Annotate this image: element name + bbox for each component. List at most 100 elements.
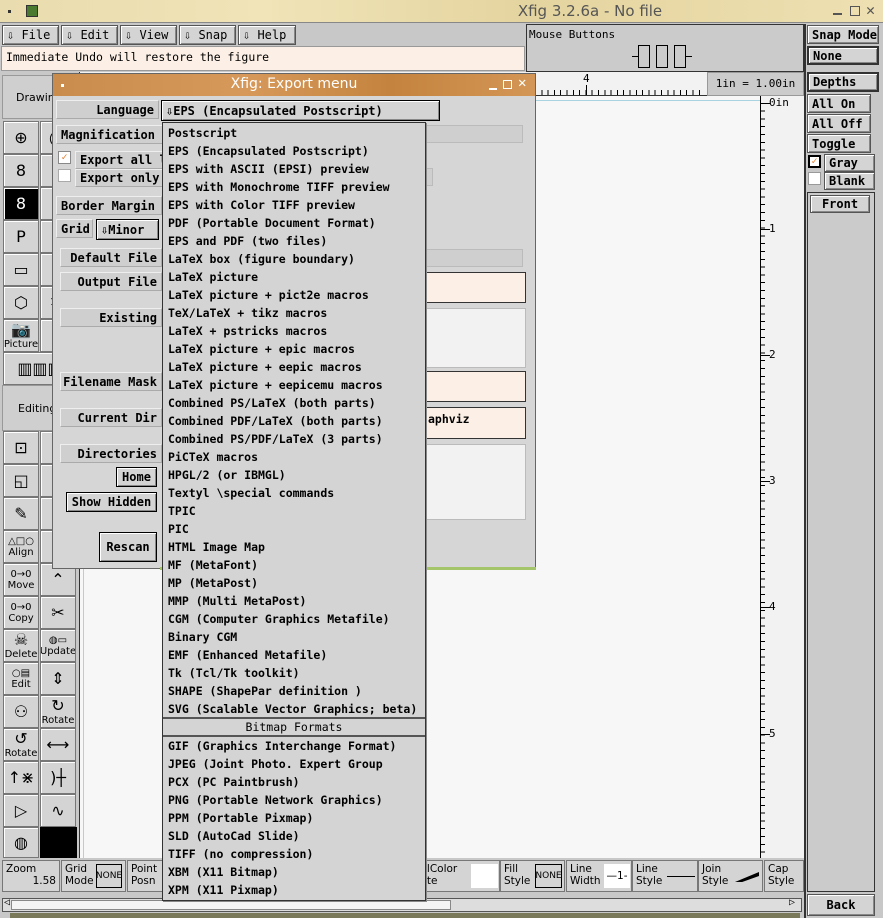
regular-polygon-tool[interactable]: ⬡	[3, 286, 39, 319]
line-width-indicator[interactable]: Line Width —1-	[566, 860, 632, 892]
closed-interp-spline-tool[interactable]: 8	[3, 187, 39, 220]
maximize-icon[interactable]	[850, 6, 860, 16]
language-option[interactable]: PDF (Portable Document Format)	[163, 214, 425, 232]
language-option[interactable]: CGM (Computer Graphics Metafile)	[163, 610, 425, 628]
move-tool[interactable]: 0→0 Move	[3, 563, 39, 596]
fill-style-indicator[interactable]: Fill Style NONE	[500, 860, 565, 892]
filename-mask-input[interactable]	[425, 371, 526, 402]
grid-dropdown[interactable]: ⇩ Minor	[96, 219, 159, 240]
all-on-button[interactable]: All On	[807, 94, 871, 113]
bitmap-option[interactable]: GIF (Graphics Interchange Format)	[163, 737, 425, 755]
compound-tool[interactable]: ⊡	[3, 431, 39, 464]
bitmap-option[interactable]: PCX (PC Paintbrush)	[163, 773, 425, 791]
language-option[interactable]: Binary CGM	[163, 628, 425, 646]
copy-tool[interactable]: 0→0 Copy	[3, 596, 39, 629]
language-option[interactable]: Postscript	[163, 124, 425, 142]
bitmap-option[interactable]: XBM (X11 Bitmap)	[163, 863, 425, 881]
blank-checkbox[interactable]	[808, 172, 821, 185]
language-option[interactable]: EPS with Monochrome TIFF preview	[163, 178, 425, 196]
language-option[interactable]: EMF (Enhanced Metafile)	[163, 646, 425, 664]
bitmap-option[interactable]: PPM (Portable Pixmap)	[163, 809, 425, 827]
close-icon[interactable]: ✕	[866, 1, 875, 19]
language-option[interactable]: LaTeX picture	[163, 268, 425, 286]
snap-mode-button[interactable]: None	[807, 46, 879, 65]
cap-style-indicator[interactable]: Cap Style	[764, 860, 804, 892]
align-tool[interactable]: △□○ Align	[3, 530, 39, 563]
language-option[interactable]: LaTeX box (figure boundary)	[163, 250, 425, 268]
menu-file[interactable]: ⇩ File	[2, 25, 59, 45]
box-tool[interactable]: ▭	[3, 253, 39, 286]
delete-point-tool[interactable]: ✂	[40, 596, 76, 629]
language-option[interactable]: EPS (Encapsulated Postscript)	[163, 142, 425, 160]
menu-edit[interactable]: ⇩ Edit	[61, 25, 118, 45]
current-dir-input[interactable]: aphviz	[425, 407, 526, 439]
anglemeas-tool[interactable]: ▷	[3, 794, 39, 827]
magnification-field[interactable]	[425, 125, 523, 143]
language-option[interactable]: MF (MetaFont)	[163, 556, 425, 574]
line-style-indicator[interactable]: Line Style	[632, 860, 698, 892]
mirror-tool[interactable]: ⚇	[3, 695, 39, 728]
language-option[interactable]: PIC	[163, 520, 425, 538]
edit-tool[interactable]: ○▤ Edit	[3, 662, 39, 695]
directories-list[interactable]	[425, 444, 526, 520]
language-option[interactable]: Combined PDF/LaTeX (both parts)	[163, 412, 425, 430]
home-button[interactable]: Home	[116, 467, 157, 487]
language-option[interactable]: PiCTeX macros	[163, 448, 425, 466]
language-option[interactable]: EPS and PDF (two files)	[163, 232, 425, 250]
language-option[interactable]: EPS with Color TIFF preview	[163, 196, 425, 214]
menu-view[interactable]: ⇩ View	[120, 25, 177, 45]
export-all-checkbox[interactable]: ✓	[58, 151, 71, 164]
menu-snap[interactable]: ⇩ Snap	[179, 25, 236, 45]
language-option[interactable]: LaTeX picture + eepic macros	[163, 358, 425, 376]
toggle-button[interactable]: Toggle	[807, 134, 871, 153]
arrow-tool[interactable]: ↑⋇	[3, 761, 39, 794]
point-posn-indicator[interactable]: Point Posn	[127, 860, 167, 892]
gray-checkbox[interactable]: ✓	[808, 155, 821, 168]
dialog-minimize-icon[interactable]	[489, 88, 497, 90]
show-hidden-button[interactable]: Show Hidden	[66, 492, 157, 512]
existing-files-list[interactable]	[425, 308, 526, 368]
dialog-maximize-icon[interactable]	[503, 80, 512, 89]
rotate-cw-tool[interactable]: ↻ Rotate	[40, 695, 76, 728]
all-off-button[interactable]: All Off	[807, 114, 871, 133]
language-option[interactable]: LaTeX + pstricks macros	[163, 322, 425, 340]
bitmap-option[interactable]: XPM (X11 Pixmap)	[163, 881, 425, 899]
bitmap-option[interactable]: PNG (Portable Network Graphics)	[163, 791, 425, 809]
language-option[interactable]: EPS with ASCII (EPSI) preview	[163, 160, 425, 178]
bitmap-option[interactable]: JPEG (Joint Photo. Expert Group	[163, 755, 425, 773]
areameas-tool[interactable]: ◍	[3, 827, 39, 858]
output-file-input[interactable]	[425, 272, 526, 303]
bitmap-option[interactable]: TIFF (no compression)	[163, 845, 425, 863]
fill-color-indicator[interactable]: llColor ite	[420, 860, 500, 892]
scroll-thumb[interactable]	[11, 900, 451, 910]
language-option[interactable]: TeX/LaTeX + tikz macros	[163, 304, 425, 322]
zoom-indicator[interactable]: Zoom 1.58	[2, 860, 60, 892]
delete-tool[interactable]: ☠ Delete	[3, 629, 39, 662]
flip-tool[interactable]: ⇕	[40, 662, 76, 695]
language-option[interactable]: LaTeX picture + eepicemu macros	[163, 376, 425, 394]
open-compound-tool[interactable]: ◱	[3, 464, 39, 497]
closed-spline-tool[interactable]: 8	[3, 154, 39, 187]
convert-tool[interactable]: ⟷	[40, 728, 76, 761]
grid-mode-indicator[interactable]: Grid Mode NONE	[61, 860, 126, 892]
export-only-checkbox[interactable]	[58, 169, 71, 182]
language-option[interactable]: Combined PS/PDF/LaTeX (3 parts)	[163, 430, 425, 448]
menu-help[interactable]: ⇩ Help	[238, 25, 296, 45]
join-style-indicator[interactable]: Join Style	[698, 860, 763, 892]
language-option[interactable]: Tk (Tcl/Tk toolkit)	[163, 664, 425, 682]
scroll-right-icon[interactable]: ▷	[789, 897, 795, 908]
language-option[interactable]: HPGL/2 (or IBMGL)	[163, 466, 425, 484]
depth-list[interactable]: Front	[807, 192, 875, 892]
circle-radius-tool[interactable]: ⊕	[3, 121, 39, 154]
language-dropdown[interactable]: ⇩ EPS (Encapsulated Postscript)	[161, 100, 440, 121]
language-option[interactable]: HTML Image Map	[163, 538, 425, 556]
side-ruler[interactable]	[760, 96, 804, 858]
language-option[interactable]: Textyl \special commands	[163, 484, 425, 502]
language-option[interactable]: SHAPE (ShapePar definition )	[163, 682, 425, 700]
dialog-close-icon[interactable]: ✕	[518, 75, 526, 91]
picture-tool[interactable]: 📷 Picture	[3, 319, 39, 352]
update-tool[interactable]: ◍▭ Update	[40, 629, 76, 662]
rotate-ccw-tool[interactable]: ↺ Rotate	[3, 728, 39, 761]
language-option[interactable]: LaTeX picture + epic macros	[163, 340, 425, 358]
scale-tool[interactable]: ✎	[3, 497, 39, 530]
